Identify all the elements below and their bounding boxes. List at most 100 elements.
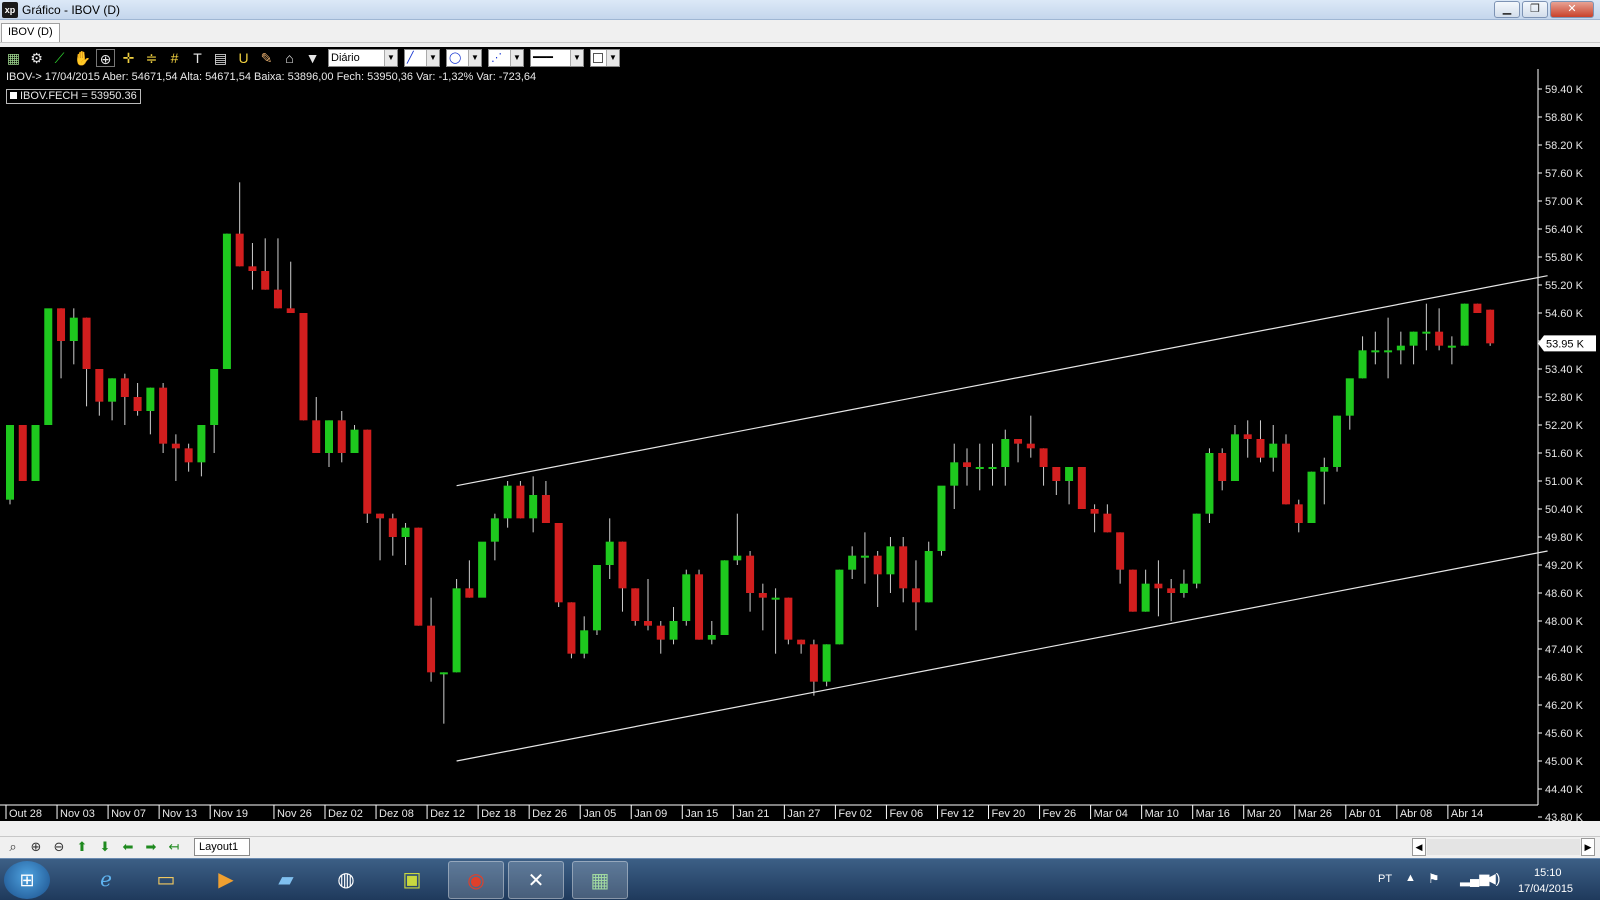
layout-tab[interactable]: Layout1: [194, 838, 250, 856]
candle-up: [210, 369, 219, 425]
zoom-out-icon[interactable]: ⊖: [50, 838, 68, 856]
price-tick-label: 59.40 K: [1545, 84, 1584, 96]
candle-up: [733, 555, 742, 561]
candle-down: [758, 593, 767, 598]
show-hidden-icons-icon[interactable]: ▲: [1405, 872, 1416, 884]
candle-down: [695, 574, 704, 640]
candle-down: [465, 588, 474, 598]
candle-down: [1128, 569, 1137, 612]
zoom-chart-icon[interactable]: ⊕: [96, 49, 115, 67]
arrow-down-icon[interactable]: ⬇: [96, 838, 114, 856]
start-button[interactable]: ⊞: [4, 861, 50, 899]
action-center-icon[interactable]: ⚑: [1428, 871, 1440, 887]
circle-icon: ◯: [449, 52, 462, 64]
color-select[interactable]: ▼: [590, 49, 620, 67]
candle-up: [529, 495, 538, 519]
arrow-left-icon[interactable]: ⬅: [119, 838, 137, 856]
line-width-select[interactable]: ━━━ ▼: [530, 49, 584, 67]
restore-button[interactable]: ❐: [1522, 1, 1548, 18]
candle-up: [146, 387, 155, 411]
chrome-icon[interactable]: ◉: [448, 861, 504, 899]
scroll-left-button[interactable]: ◀: [1412, 838, 1426, 856]
media-player-icon[interactable]: ▶: [198, 861, 254, 899]
time-tick-label: Mar 20: [1247, 808, 1281, 820]
arrow-right-icon[interactable]: ➡: [142, 838, 160, 856]
candle-up: [605, 541, 614, 565]
hand-icon[interactable]: ✋: [73, 49, 92, 67]
lock-icon[interactable]: ⌂: [280, 49, 299, 67]
period-select[interactable]: Diário ▼: [328, 49, 398, 67]
volume-icon[interactable]: ◀): [1485, 870, 1500, 887]
time-tick-label: Fev 02: [838, 808, 872, 820]
time-tick-label: Jan 27: [787, 808, 820, 820]
candle-down: [171, 443, 180, 449]
zoom-in-icon[interactable]: ⊕: [27, 838, 45, 856]
brush-icon[interactable]: ✎: [257, 49, 276, 67]
candle-down: [644, 621, 652, 626]
xp-investimentos-icon[interactable]: ✕: [508, 861, 564, 899]
candle-down: [95, 369, 104, 402]
close-button[interactable]: ✕: [1550, 1, 1594, 18]
candle-up: [1422, 331, 1431, 334]
line-tool-icon[interactable]: ⟋: [50, 49, 69, 67]
filter-icon[interactable]: ▼: [303, 49, 322, 67]
horizontal-lines-icon[interactable]: ≑: [142, 49, 161, 67]
gear-icon[interactable]: ⚙: [27, 49, 46, 67]
remote-desktop-icon[interactable]: ▰: [258, 861, 314, 899]
time-tick-label: Dez 02: [328, 808, 363, 820]
clock-date[interactable]: 17/04/2015: [1518, 883, 1573, 895]
sync-folder-icon[interactable]: ▣: [384, 861, 440, 899]
candle-up: [222, 233, 231, 369]
price-tick-label: 52.20 K: [1545, 420, 1584, 432]
minimize-button[interactable]: ▁: [1494, 1, 1520, 18]
candle-down: [554, 523, 563, 603]
time-tick-label: Jan 21: [736, 808, 769, 820]
go-to-start-icon[interactable]: ↤: [165, 838, 183, 856]
grid-icon[interactable]: #: [165, 49, 184, 67]
search-icon[interactable]: ⌕: [4, 838, 22, 856]
time-tick-label: Abr 01: [1349, 808, 1381, 820]
candle-up: [44, 308, 53, 425]
chart-app-icon[interactable]: ▦: [572, 861, 628, 899]
crosshair-icon[interactable]: ✛: [119, 49, 138, 67]
folder-icon[interactable]: ▭: [138, 861, 194, 899]
candle-down: [963, 462, 971, 467]
xp-app-icon: xp: [2, 2, 18, 18]
candle-up: [988, 467, 997, 469]
fibonacci-select[interactable]: ⋰ ▼: [488, 49, 524, 67]
price-tick-label: 45.00 K: [1545, 756, 1584, 768]
candle-down: [376, 513, 385, 519]
calculator-icon[interactable]: ▤: [211, 49, 230, 67]
window-title: Gráfico - IBOV (D): [22, 3, 121, 17]
candle-up: [1333, 415, 1342, 467]
candle-up: [1320, 467, 1329, 472]
text-tool-icon[interactable]: T: [188, 49, 207, 67]
time-tick-label: Mar 10: [1145, 808, 1179, 820]
time-tick-label: Nov 03: [60, 808, 95, 820]
tab-ibov[interactable]: IBOV (D): [1, 23, 60, 42]
arrow-up-icon[interactable]: ⬆: [73, 838, 91, 856]
magnet-icon[interactable]: U: [234, 49, 253, 67]
candlestick-chart[interactable]: 59.40 K 58.80 K 58.20 K 57.60 K 57.00 K 56.40…: [0, 69, 1600, 821]
candle-down: [159, 387, 168, 444]
candle-up: [669, 621, 678, 640]
candle-up: [592, 565, 601, 631]
internet-explorer-icon[interactable]: ℯ: [78, 861, 134, 899]
candle-down: [273, 289, 282, 309]
scroll-right-button[interactable]: ▶: [1581, 838, 1595, 856]
tab-bar: IBOV (D): [0, 21, 1600, 43]
horizontal-scrollbar[interactable]: [1427, 839, 1580, 855]
candle-down: [133, 397, 142, 411]
language-indicator[interactable]: PT: [1378, 873, 1392, 885]
clock-time[interactable]: 15:10: [1534, 867, 1562, 879]
color-swatch-icon: [593, 53, 603, 63]
candle-down: [567, 602, 576, 654]
chevron-down-icon: ▼: [510, 50, 523, 66]
chart-area[interactable]: IBOV-> 17/04/2015 Aber: 54671,54 Alta: 5…: [0, 69, 1600, 821]
candle-down: [57, 308, 66, 341]
line-style-select[interactable]: ╱ ▼: [404, 49, 440, 67]
shape-select[interactable]: ◯ ▼: [446, 49, 482, 67]
hp-icon[interactable]: ◍: [318, 861, 374, 899]
candle-up: [720, 560, 729, 635]
bar-chart-icon[interactable]: ▦: [4, 49, 23, 67]
